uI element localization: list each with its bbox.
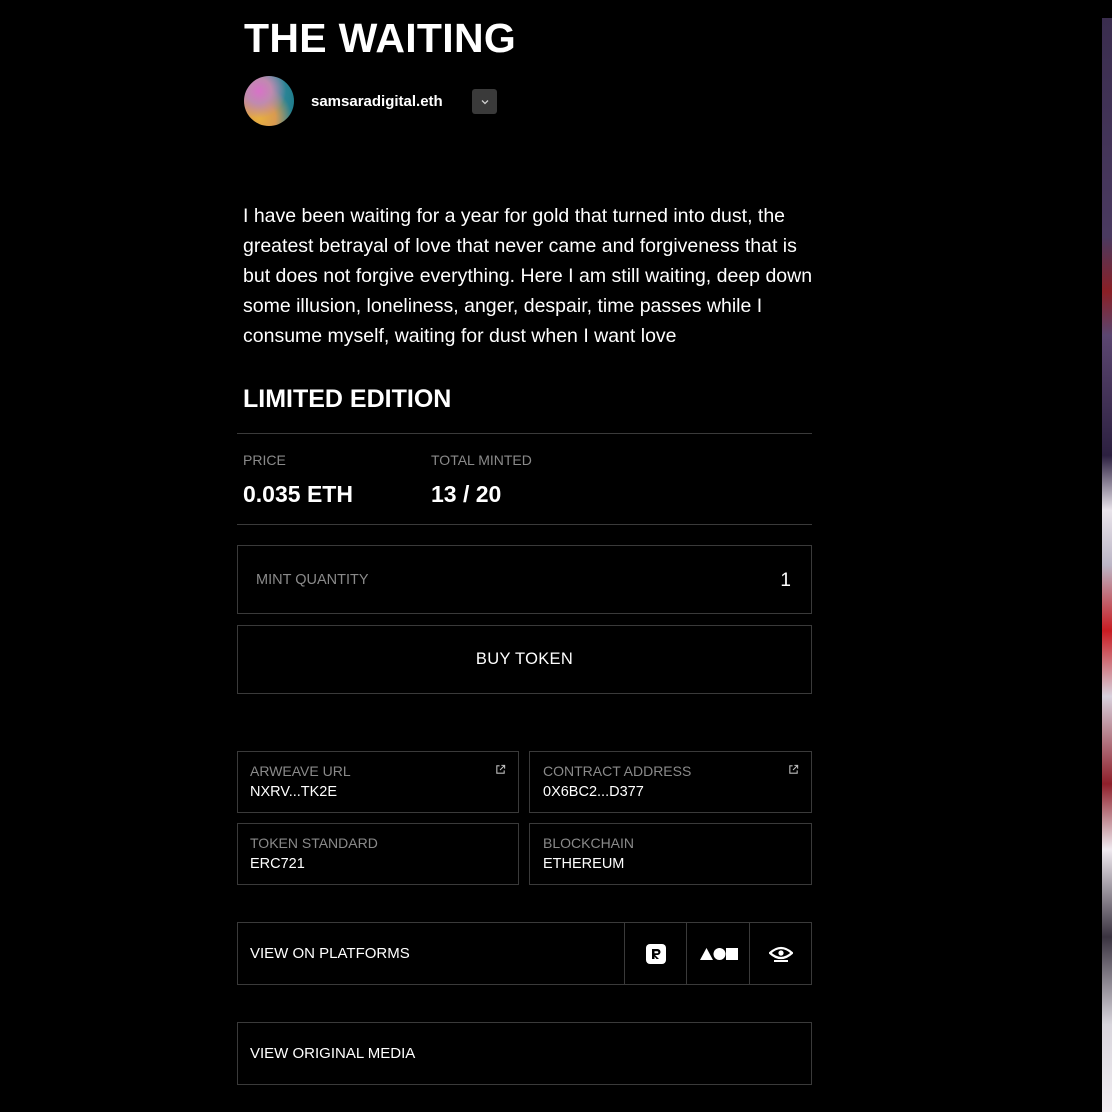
artwork-image-edge xyxy=(1102,18,1112,1112)
mint-quantity-field[interactable]: MINT QUANTITY 1 xyxy=(237,545,812,614)
mint-quantity-value[interactable]: 1 xyxy=(780,570,791,592)
opensea-eye-link[interactable] xyxy=(749,923,812,984)
price-label: PRICE xyxy=(243,452,286,468)
blockchain-card: BLOCKCHAIN ETHEREUM xyxy=(529,823,812,885)
chevron-down-icon xyxy=(481,99,488,104)
arweave-url-card[interactable]: ARWEAVE URL NXRV...TK2E xyxy=(237,751,519,813)
creator-avatar[interactable] xyxy=(244,76,294,126)
eye-icon xyxy=(769,946,793,962)
rarible-icon xyxy=(646,943,666,964)
buy-token-button[interactable]: BUY TOKEN xyxy=(237,625,812,694)
blockchain-label: BLOCKCHAIN xyxy=(543,835,635,851)
artwork-title: THE WAITING xyxy=(244,15,517,61)
arweave-url-value: NXRV...TK2E xyxy=(250,784,338,800)
view-on-platforms-label: VIEW ON PLATFORMS xyxy=(250,945,410,962)
contract-address-value: 0X6BC2...D377 xyxy=(543,784,644,800)
blockchain-value: ETHEREUM xyxy=(543,856,625,872)
foundation-icon xyxy=(699,947,738,960)
contract-address-card[interactable]: CONTRACT ADDRESS 0X6BC2...D377 xyxy=(529,751,812,813)
token-standard-value: ERC721 xyxy=(250,856,305,872)
mint-quantity-label: MINT QUANTITY xyxy=(256,572,369,588)
token-standard-label: TOKEN STANDARD xyxy=(250,835,378,851)
total-minted-label: TOTAL MINTED xyxy=(431,452,532,468)
total-minted-value: 13 / 20 xyxy=(431,481,502,507)
token-standard-card: TOKEN STANDARD ERC721 xyxy=(237,823,519,885)
view-original-media-label: VIEW ORIGINAL MEDIA xyxy=(250,1045,416,1062)
edition-heading: LIMITED EDITION xyxy=(243,385,452,413)
price-value: 0.035 ETH xyxy=(243,481,353,507)
contract-address-label: CONTRACT ADDRESS xyxy=(543,763,692,779)
creator-name[interactable]: samsaradigital.eth xyxy=(311,93,443,110)
creator-dropdown-button[interactable] xyxy=(472,89,497,114)
view-on-platforms-bar: VIEW ON PLATFORMS xyxy=(237,922,812,985)
foundation-link[interactable] xyxy=(686,923,750,984)
view-original-media-button[interactable]: VIEW ORIGINAL MEDIA xyxy=(237,1022,812,1085)
rarible-link[interactable] xyxy=(624,923,687,984)
arweave-url-label: ARWEAVE URL xyxy=(250,763,351,779)
divider xyxy=(237,433,812,434)
artwork-description: I have been waiting for a year for gold … xyxy=(243,205,813,347)
divider xyxy=(237,524,812,525)
external-link-icon[interactable] xyxy=(788,764,799,775)
external-link-icon[interactable] xyxy=(495,764,506,775)
